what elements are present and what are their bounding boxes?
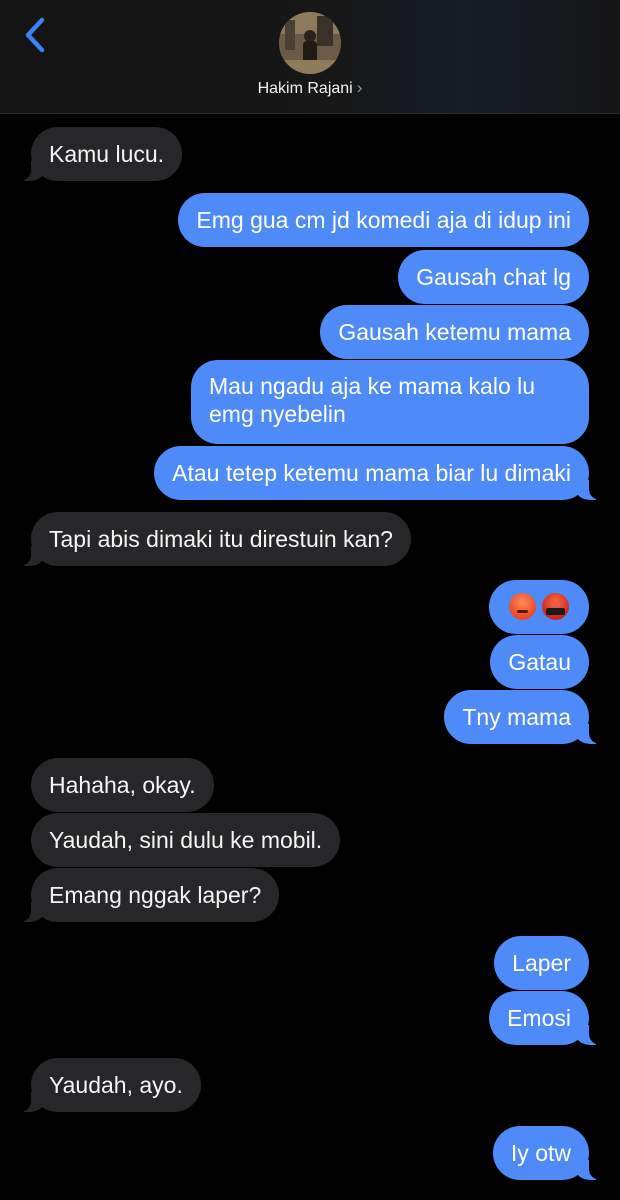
message-bubble-outgoing[interactable]: Emosi bbox=[489, 991, 605, 1045]
angry-face-icon bbox=[509, 593, 536, 621]
contact-name: Hakim Rajani bbox=[257, 80, 353, 97]
message-text: Emg gua cm jd komedi aja di idup ini bbox=[196, 207, 571, 233]
face-with-symbols-on-mouth-icon bbox=[542, 593, 569, 621]
message-bubble-incoming[interactable]: Yaudah, sini dulu ke mobil. bbox=[31, 813, 341, 867]
message-bubble-outgoing[interactable]: Gausah chat lg bbox=[398, 250, 589, 304]
message-bubble-incoming[interactable]: Kamu lucu. bbox=[14, 127, 183, 181]
conversation-header: Hakim Rajani › bbox=[0, 0, 620, 114]
message-bubble-incoming[interactable]: Tapi abis dimaki itu direstuin kan? bbox=[15, 512, 411, 566]
message-text: Emang nggak laper? bbox=[49, 882, 262, 908]
message-text: Yaudah, ayo. bbox=[49, 1072, 183, 1098]
message-text: Atau tetep ketemu mama biar lu dimaki bbox=[172, 460, 571, 486]
message-text: Laper bbox=[512, 950, 571, 976]
message-bubble-outgoing[interactable] bbox=[489, 580, 589, 634]
message-text: Yaudah, sini dulu ke mobil. bbox=[49, 827, 323, 853]
message-text: Gausah chat lg bbox=[416, 264, 571, 290]
message-text: Emosi bbox=[507, 1005, 571, 1031]
message-bubble-incoming[interactable]: Hahaha, okay. bbox=[31, 758, 214, 812]
message-text: Kamu lucu. bbox=[49, 141, 165, 167]
message-bubble-outgoing[interactable]: Gatau bbox=[490, 635, 589, 689]
message-text: Hahaha, okay. bbox=[49, 772, 196, 798]
message-text: Mau ngadu aja ke mama kalo lu emg nyebel… bbox=[209, 373, 536, 427]
message-bubble-outgoing[interactable]: Atau tetep ketemu mama biar lu dimaki bbox=[154, 446, 605, 500]
message-bubble-outgoing[interactable]: Gausah ketemu mama bbox=[320, 305, 589, 359]
message-text: Gausah ketemu mama bbox=[338, 319, 571, 345]
message-bubble-incoming[interactable]: Emang nggak laper? bbox=[14, 868, 280, 922]
message-text: Tny mama bbox=[462, 704, 571, 730]
message-bubble-outgoing[interactable]: Iy otw bbox=[492, 1126, 606, 1180]
message-text: Iy otw bbox=[510, 1140, 571, 1166]
contact-name-button[interactable]: Hakim Rajani › bbox=[0, 78, 620, 98]
message-bubble-outgoing[interactable]: Mau ngadu aja ke mama kalo lu emg nyebel… bbox=[191, 360, 589, 444]
chevron-left-icon bbox=[25, 17, 45, 53]
contact-avatar[interactable] bbox=[279, 12, 341, 74]
message-text: Gatau bbox=[508, 649, 571, 675]
back-button[interactable] bbox=[20, 14, 56, 56]
avatar-photo bbox=[279, 12, 341, 74]
message-bubble-incoming[interactable]: Yaudah, ayo. bbox=[15, 1058, 201, 1112]
message-bubble-outgoing[interactable]: Laper bbox=[494, 936, 589, 990]
message-bubble-outgoing[interactable]: Emg gua cm jd komedi aja di idup ini bbox=[178, 193, 589, 247]
message-bubble-outgoing[interactable]: Tny mama bbox=[444, 690, 605, 744]
message-text: Tapi abis dimaki itu direstuin kan? bbox=[49, 526, 393, 552]
chevron-right-icon: › bbox=[356, 78, 363, 97]
